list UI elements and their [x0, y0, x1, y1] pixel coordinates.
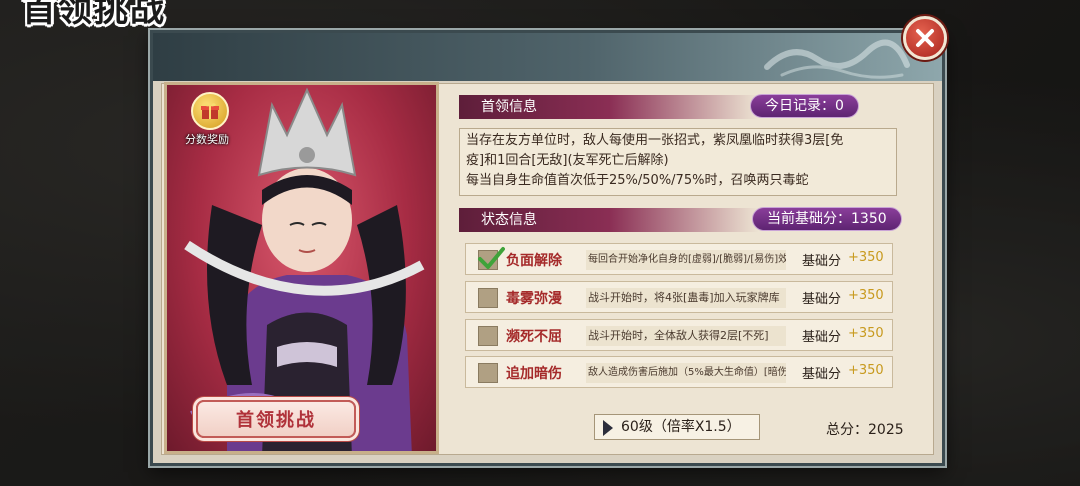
level-selector[interactable]: 60级（倍率X1.5） — [594, 414, 760, 440]
today-record-badge: 今日记录：0 — [750, 94, 859, 118]
dialog-header — [153, 33, 942, 81]
status-score-value: +350 — [848, 250, 884, 265]
gift-icon — [191, 92, 229, 130]
close-icon — [916, 29, 934, 47]
boss-info-line: 每当自身生命值首次低于25%/50%/75%时，召唤两只毒蛇 — [466, 173, 809, 188]
status-score-label: 基础分 — [802, 330, 842, 345]
status-score-label: 基础分 — [802, 367, 842, 382]
play-arrow-icon — [603, 420, 613, 436]
status-checkbox[interactable] — [478, 288, 498, 308]
boss-info-text: 当存在友方单位时，敌人每使用一张招式，紫凤凰临时获得3层[免 疫]和1回合[无敌… — [459, 128, 897, 196]
ink-splash-decoration — [764, 39, 910, 79]
status-description: 战斗开始时，将4张[蛊毒]加入玩家牌库 — [586, 288, 786, 308]
boss-challenge-button[interactable]: 首领挑战 — [196, 400, 356, 438]
status-score-value: +350 — [848, 326, 884, 341]
status-name: 追加暗伤 — [506, 366, 562, 382]
status-score-value: +350 — [848, 363, 884, 378]
status-score-value: +350 — [848, 288, 884, 303]
boss-info-line: 当存在友方单位时，敌人每使用一张招式，紫凤凰临时获得3层[免 — [466, 133, 844, 148]
status-row[interactable]: 濒死不屈 战斗开始时，全体敌人获得2层[不死] 基础分 +350 — [465, 319, 893, 351]
score-reward-label: 分数奖励 — [185, 133, 229, 146]
status-description: 战斗开始时，全体敌人获得2层[不死] — [586, 326, 786, 346]
status-info-header: 状态信息 — [459, 208, 759, 232]
status-name: 濒死不屈 — [506, 329, 562, 345]
level-label: 60级（倍率X1.5） — [621, 419, 741, 435]
total-score: 总分：2025 — [826, 422, 904, 438]
checkmark-icon — [478, 247, 505, 269]
status-row[interactable]: 毒雾弥漫 战斗开始时，将4张[蛊毒]加入玩家牌库 基础分 +350 — [465, 281, 893, 313]
status-description: 每回合开始净化自身的[虚弱]/[脆弱]/[易伤]效果 — [586, 250, 786, 270]
status-score-label: 基础分 — [802, 254, 842, 269]
status-checkbox[interactable] — [478, 363, 498, 383]
status-score-label: 基础分 — [802, 292, 842, 307]
status-checkbox[interactable] — [478, 247, 505, 270]
boss-info-header: 首领信息 — [459, 95, 759, 119]
status-description: 敌人造成伤害后施加（5%最大生命值）[暗伤] — [586, 363, 786, 383]
dialog-title: 首领挑战 — [22, 0, 166, 30]
status-row[interactable]: 负面解除 每回合开始净化自身的[虚弱]/[脆弱]/[易伤]效果 基础分 +350 — [465, 243, 893, 275]
close-button[interactable] — [903, 16, 947, 60]
status-row[interactable]: 追加暗伤 敌人造成伤害后施加（5%最大生命值）[暗伤] 基础分 +350 — [465, 356, 893, 388]
boss-info-line: 疫]和1回合[无敌](友军死亡后解除) — [466, 153, 669, 168]
score-reward-button[interactable]: 分数奖励 — [185, 92, 234, 146]
status-name: 负面解除 — [506, 253, 562, 269]
status-name: 毒雾弥漫 — [506, 291, 562, 307]
base-score-badge: 当前基础分：1350 — [752, 207, 902, 231]
status-checkbox[interactable] — [478, 326, 498, 346]
